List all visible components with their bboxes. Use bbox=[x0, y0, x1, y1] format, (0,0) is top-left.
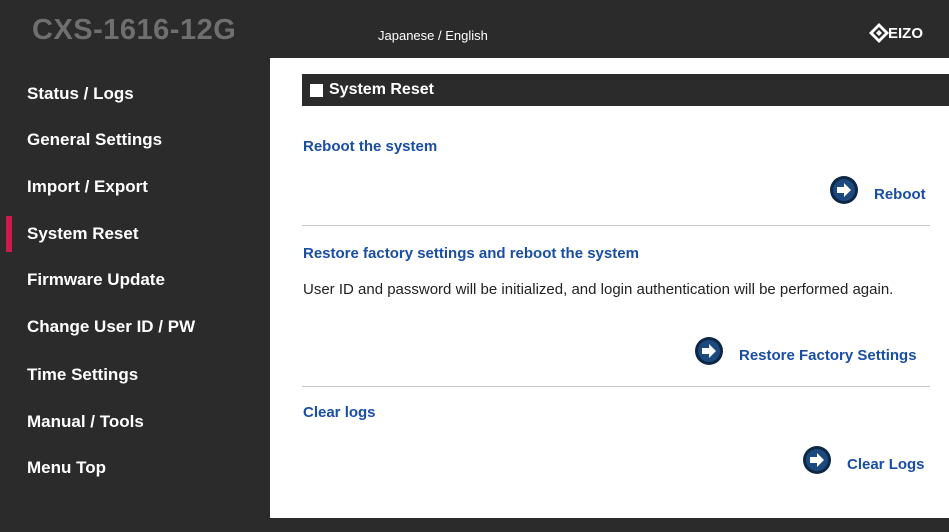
square-bullet-icon bbox=[310, 83, 323, 97]
arrow-right-circle-icon bbox=[695, 337, 723, 365]
sidebar-item-general-settings[interactable]: General Settings bbox=[0, 122, 270, 158]
sidebar-item-label: Time Settings bbox=[27, 365, 139, 384]
sidebar-item-menu-top[interactable]: Menu Top bbox=[0, 450, 270, 486]
reboot-heading: Reboot the system bbox=[303, 138, 438, 155]
sidebar-item-label: Manual / Tools bbox=[27, 412, 144, 431]
factory-reset-heading: Restore factory settings and reboot the … bbox=[303, 245, 639, 262]
sidebar-item-manual-tools[interactable]: Manual / Tools bbox=[0, 404, 270, 440]
section-header: System Reset bbox=[302, 74, 949, 106]
reboot-button[interactable]: Reboot bbox=[829, 175, 926, 205]
factory-reset-description: User ID and password will be initialized… bbox=[303, 281, 894, 298]
clear-logs-label: Clear Logs bbox=[847, 455, 925, 473]
section-title: System Reset bbox=[329, 81, 434, 98]
sidebar-item-label: Menu Top bbox=[27, 458, 106, 477]
sidebar-item-label: Firmware Update bbox=[27, 270, 165, 289]
sidebar-item-label: System Reset bbox=[27, 224, 139, 243]
clear-logs-button[interactable]: Clear Logs bbox=[802, 445, 925, 475]
sidebar-item-label: Change User ID / PW bbox=[27, 317, 196, 336]
sidebar: Status / Logs General Settings Import / … bbox=[0, 58, 270, 532]
sidebar-item-label: Status / Logs bbox=[27, 84, 134, 103]
eizo-logo-icon bbox=[869, 23, 889, 43]
restore-factory-settings-label: Restore Factory Settings bbox=[739, 346, 917, 364]
eizo-logo: EIZO bbox=[868, 21, 923, 45]
divider bbox=[302, 225, 930, 226]
divider bbox=[302, 386, 930, 387]
top-bar: CXS-1616-12G Japanese / English EIZO bbox=[0, 0, 949, 58]
language-switch-link[interactable]: Japanese / English bbox=[378, 28, 488, 43]
reboot-button-label: Reboot bbox=[874, 185, 926, 203]
main-content: System Reset Reboot the system Reboot Re… bbox=[270, 58, 949, 518]
sidebar-item-import-export[interactable]: Import / Export bbox=[0, 169, 270, 205]
arrow-right-circle-icon bbox=[830, 176, 858, 204]
restore-factory-settings-button[interactable]: Restore Factory Settings bbox=[694, 336, 917, 366]
logo-text: EIZO bbox=[888, 24, 924, 42]
bottom-bar bbox=[270, 518, 949, 532]
model-name: CXS-1616-12G bbox=[32, 14, 237, 46]
clear-logs-heading: Clear logs bbox=[303, 404, 376, 421]
arrow-right-circle-icon bbox=[803, 446, 831, 474]
sidebar-item-label: General Settings bbox=[27, 130, 163, 149]
sidebar-item-change-user-id-pw[interactable]: Change User ID / PW bbox=[0, 309, 270, 345]
sidebar-item-system-reset[interactable]: System Reset bbox=[0, 216, 270, 252]
sidebar-item-firmware-update[interactable]: Firmware Update bbox=[0, 262, 270, 298]
active-item-marker bbox=[6, 216, 12, 252]
sidebar-item-label: Import / Export bbox=[27, 177, 148, 196]
sidebar-item-status-logs[interactable]: Status / Logs bbox=[0, 76, 270, 112]
sidebar-item-time-settings[interactable]: Time Settings bbox=[0, 357, 270, 393]
